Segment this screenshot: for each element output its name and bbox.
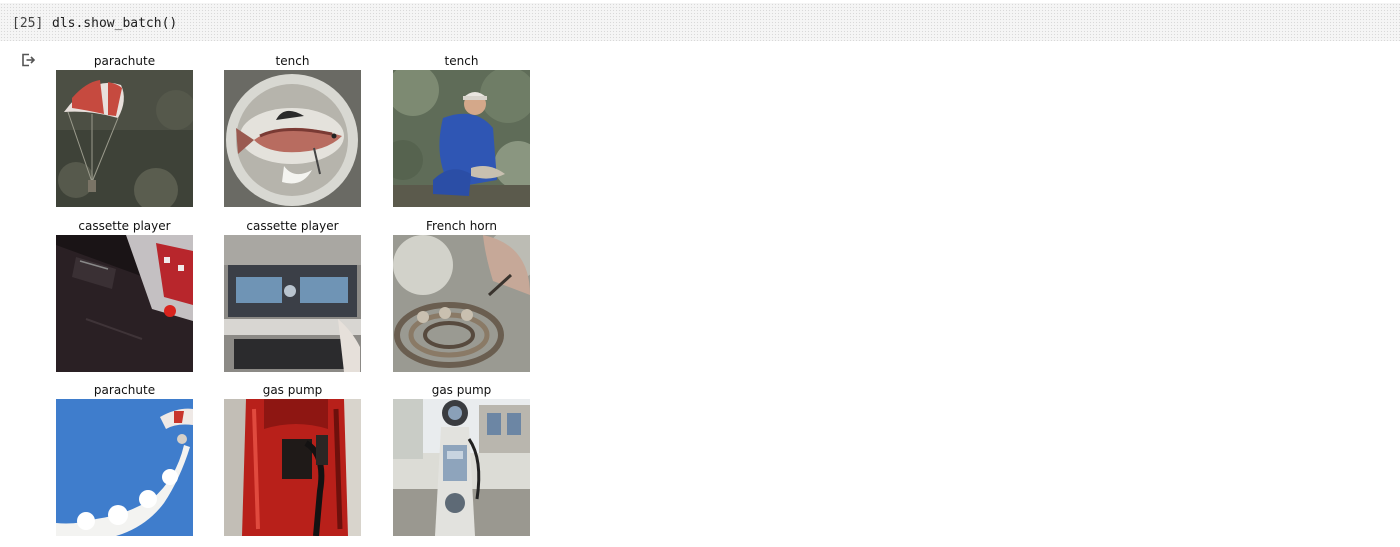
batch-item: parachute	[56, 382, 193, 536]
gas-pump-image	[224, 399, 361, 536]
tench-image	[393, 70, 530, 207]
batch-item: cassette player	[56, 218, 193, 372]
batch-item: parachute	[56, 53, 193, 207]
batch-item: tench	[224, 53, 361, 207]
execution-count[interactable]: [25]	[12, 16, 43, 31]
cassette-player-image	[224, 235, 361, 372]
gas-pump-image	[393, 399, 530, 536]
french-horn-image	[393, 235, 530, 372]
item-label: parachute	[93, 54, 156, 68]
code-editor[interactable]: dls.show_batch()	[52, 16, 177, 31]
batch-item: cassette player	[224, 218, 361, 372]
item-label: parachute	[93, 383, 156, 397]
batch-item: tench	[393, 53, 530, 207]
output-redirect-icon[interactable]	[20, 52, 36, 68]
batch-item: gas pump	[224, 382, 361, 536]
parachute-image	[56, 399, 193, 536]
cassette-player-image	[56, 235, 193, 372]
item-label: tench	[444, 54, 479, 68]
parachute-image	[56, 70, 193, 207]
item-label: cassette player	[78, 219, 171, 233]
item-label: gas pump	[262, 383, 323, 397]
item-label: French horn	[426, 219, 497, 233]
tench-image	[224, 70, 361, 207]
item-label: tench	[275, 54, 310, 68]
notebook-cell: [25] dls.show_batch() parachute tench te…	[0, 0, 1400, 547]
item-label: gas pump	[431, 383, 492, 397]
batch-item: French horn	[393, 218, 530, 372]
batch-item: gas pump	[393, 382, 530, 536]
code-input-area[interactable]: [25] dls.show_batch()	[0, 3, 1400, 41]
item-label: cassette player	[246, 219, 339, 233]
